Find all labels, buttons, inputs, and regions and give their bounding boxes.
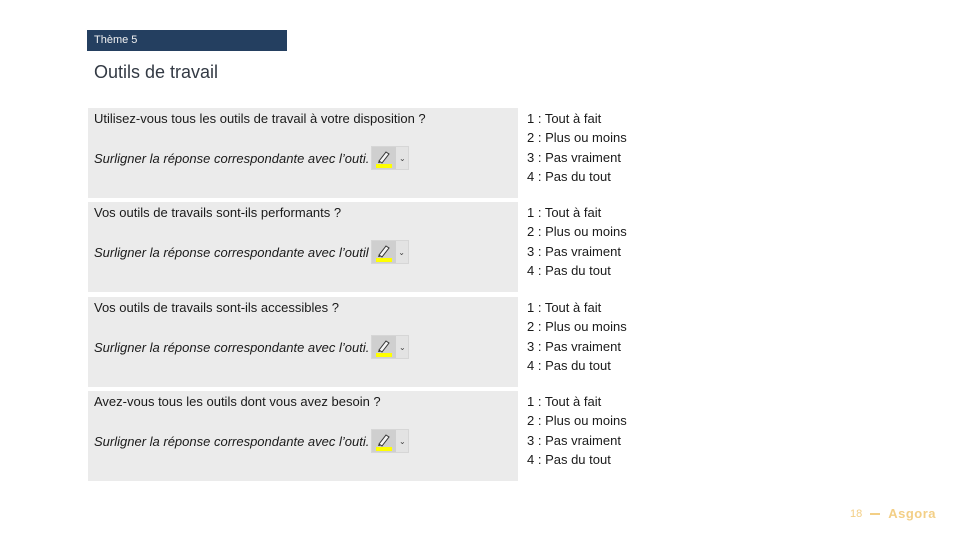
answer-option[interactable]: 1 : Tout à fait [527,109,627,128]
footer-divider [870,512,881,515]
footer: 18 Asgora [850,506,936,521]
answer-option[interactable]: 3 : Pas vraiment [527,148,627,167]
instruction-label: Surligner la réponse correspondante avec… [94,339,370,355]
question-text: Avez-vous tous les outils dont vous avez… [94,394,381,409]
instruction-text: Surligner la réponse correspondante avec… [94,429,410,453]
highlighter-tool-button[interactable]: ⌄ [371,146,410,170]
answer-option[interactable]: 3 : Pas vraiment [527,337,627,356]
instruction-text: Surligner la réponse correspondante avec… [94,335,410,359]
highlighter-tool-button[interactable]: ⌄ [371,335,410,359]
highlighter-tool-button[interactable]: ⌄ [370,240,409,264]
instruction-label: Surligner la réponse correspondante avec… [94,433,370,449]
answer-options: 1 : Tout à fait 2 : Plus ou moins 3 : Pas … [527,298,627,375]
instruction-text: Surligner la réponse correspondante avec… [94,240,409,264]
highlight-color-swatch [376,164,393,168]
answer-option[interactable]: 1 : Tout à fait [527,392,627,411]
chevron-down-icon[interactable]: ⌄ [396,430,408,452]
question-row: Vos outils de travails sont-ils accessib… [88,297,518,387]
answer-options: 1 : Tout à fait 2 : Plus ou moins 3 : Pas … [527,203,627,280]
question-text: Utilisez-vous tous les outils de travail… [94,111,426,126]
question-row: Utilisez-vous tous les outils de travail… [88,108,518,198]
answer-option[interactable]: 3 : Pas vraiment [527,431,627,450]
answer-options: 1 : Tout à fait 2 : Plus ou moins 3 : Pas … [527,109,627,186]
answer-option[interactable]: 2 : Plus ou moins [527,411,627,430]
highlight-color-swatch [376,353,393,357]
highlighter-tool-button[interactable]: ⌄ [371,429,410,453]
answer-options: 1 : Tout à fait 2 : Plus ou moins 3 : Pas … [527,392,627,469]
highlighter-icon[interactable] [372,430,397,452]
answer-option[interactable]: 1 : Tout à fait [527,298,627,317]
theme-label: Thème 5 [87,30,287,51]
instruction-label: Surligner la réponse correspondante avec… [94,244,369,260]
chevron-down-icon[interactable]: ⌄ [396,147,408,169]
highlighter-icon[interactable] [372,336,397,358]
answer-option[interactable]: 4 : Pas du tout [527,167,627,186]
highlight-color-swatch [375,258,392,262]
highlighter-icon[interactable] [372,147,397,169]
brand-logo: Asgora [888,506,936,521]
page-number: 18 [849,507,863,520]
question-text: Vos outils de travails sont-ils accessib… [94,300,339,315]
answer-option[interactable]: 3 : Pas vraiment [527,242,627,261]
highlight-color-swatch [376,447,393,451]
instruction-label: Surligner la réponse correspondante avec… [94,150,370,166]
question-row: Avez-vous tous les outils dont vous avez… [88,391,518,481]
chevron-down-icon[interactable]: ⌄ [396,336,408,358]
question-text: Vos outils de travails sont-ils performa… [94,205,342,220]
instruction-text: Surligner la réponse correspondante avec… [94,146,410,170]
answer-option[interactable]: 1 : Tout à fait [527,203,627,222]
page-title: Outils de travail [94,62,219,82]
answer-option[interactable]: 2 : Plus ou moins [527,317,627,336]
answer-option[interactable]: 2 : Plus ou moins [527,128,627,147]
answer-option[interactable]: 4 : Pas du tout [527,356,627,375]
chevron-down-icon[interactable]: ⌄ [396,241,408,263]
answer-option[interactable]: 2 : Plus ou moins [527,222,627,241]
question-row: Vos outils de travails sont-ils performa… [88,202,518,292]
answer-option[interactable]: 4 : Pas du tout [527,261,627,280]
highlighter-icon[interactable] [371,241,396,263]
answer-option[interactable]: 4 : Pas du tout [527,450,627,469]
